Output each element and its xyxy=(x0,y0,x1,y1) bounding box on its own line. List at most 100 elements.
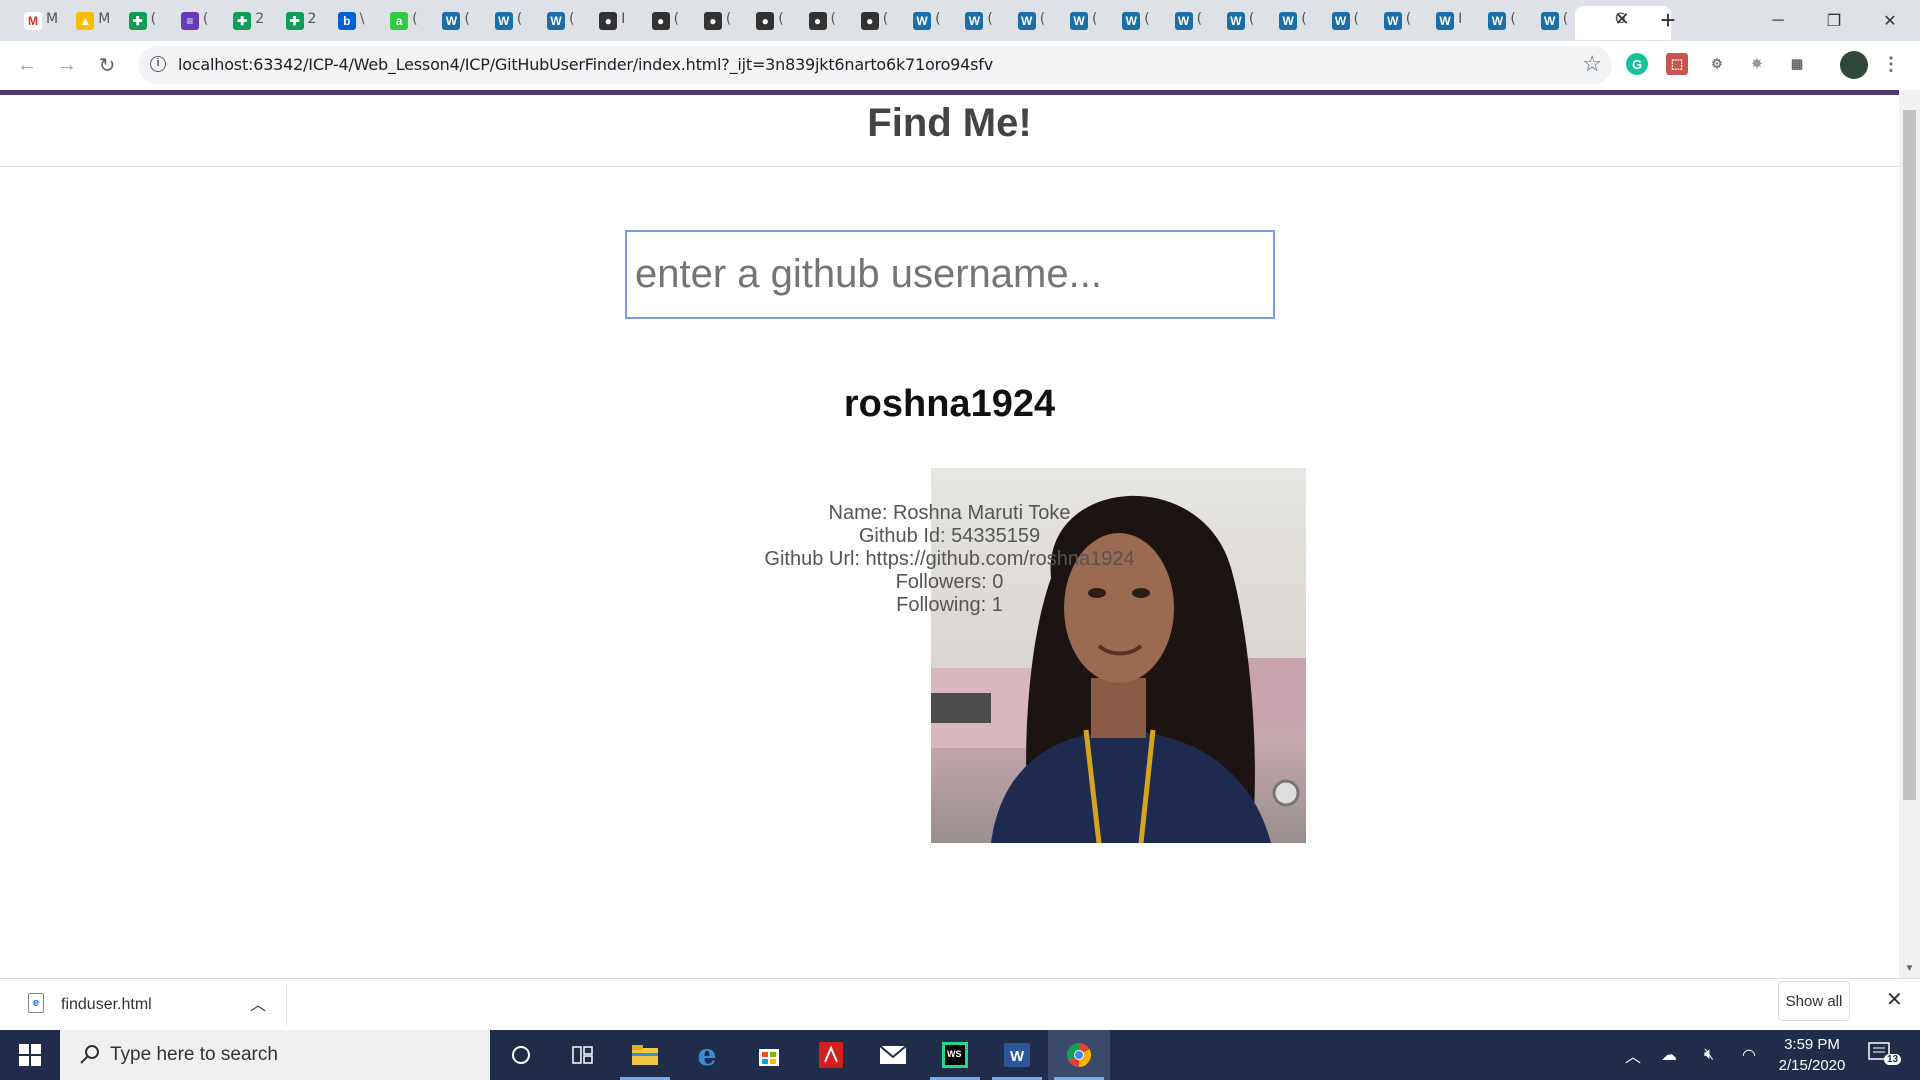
browser-tab[interactable]: W( xyxy=(1104,6,1156,40)
profile-avatar[interactable] xyxy=(1840,51,1868,79)
browser-tab[interactable]: WI xyxy=(1418,6,1470,40)
browser-tab[interactable]: W( xyxy=(1209,6,1261,40)
minimize-icon[interactable]: ─ xyxy=(1750,0,1806,41)
close-download-bar-icon[interactable]: ✕ xyxy=(1886,987,1903,1012)
github-username-input[interactable] xyxy=(625,230,1275,319)
tab-title: ( xyxy=(673,11,680,27)
browser-tab[interactable]: MM xyxy=(6,6,58,40)
tab-title: I xyxy=(1458,11,1463,27)
wifi-icon[interactable]: ◠ xyxy=(1734,1030,1764,1080)
tab-title: M xyxy=(46,11,59,27)
browser-tab[interactable]: ≡( xyxy=(163,6,215,40)
taskbar-search-box[interactable]: Type here to search xyxy=(60,1030,490,1080)
browser-tab[interactable]: ●( xyxy=(634,6,686,40)
scroll-thumb[interactable] xyxy=(1903,110,1916,800)
chrome-icon[interactable] xyxy=(1048,1030,1110,1080)
username-heading: roshna1924 xyxy=(843,383,1056,425)
svg-text:WS: WS xyxy=(947,1049,962,1059)
webstorm-icon: W xyxy=(1540,12,1559,30)
new-tab-button[interactable]: + xyxy=(1656,6,1680,34)
browser-tab[interactable]: W( xyxy=(947,6,999,40)
chevron-up-icon[interactable]: ︿ xyxy=(250,991,266,1015)
file-explorer-icon[interactable] xyxy=(614,1030,676,1080)
tab-close-icon[interactable]: ✕ xyxy=(1612,9,1632,29)
notification-center-icon[interactable]: 13 xyxy=(1866,1040,1906,1070)
browser-tab[interactable]: W( xyxy=(1366,6,1418,40)
download-filename[interactable]: finduser.html xyxy=(61,996,152,1014)
window-close-icon[interactable]: ✕ xyxy=(1862,0,1918,41)
bookmark-star-icon[interactable]: ☆ xyxy=(1582,51,1602,77)
translate-icon[interactable]: ▦ xyxy=(1786,53,1808,75)
extension-icon[interactable]: ⚙ xyxy=(1706,53,1728,75)
github-icon: ● xyxy=(599,12,618,30)
info-icon[interactable]: i xyxy=(150,56,166,72)
browser-tab[interactable]: W( xyxy=(1052,6,1104,40)
grammarly-icon[interactable]: G xyxy=(1626,53,1648,75)
page-scrollbar[interactable]: ▼ xyxy=(1899,90,1920,978)
onedrive-cloud-icon[interactable]: ☁ xyxy=(1654,1030,1684,1080)
taskbar-clock[interactable]: 3:59 PM 2/15/2020 xyxy=(1772,1034,1852,1076)
volume-muted-icon[interactable]: 🔇︎ xyxy=(1694,1030,1724,1080)
clock-time: 3:59 PM xyxy=(1784,1036,1840,1053)
url-text[interactable]: localhost:63342/ICP-4/Web_Lesson4/ICP/Gi… xyxy=(178,55,993,74)
browser-tab[interactable]: W( xyxy=(1157,6,1209,40)
task-view-icon[interactable] xyxy=(552,1030,614,1080)
browser-tab[interactable]: W( xyxy=(895,6,947,40)
address-bar[interactable]: i localhost:63342/ICP-4/Web_Lesson4/ICP/… xyxy=(138,46,1612,84)
pdf-extension-icon[interactable]: ⬚ xyxy=(1666,53,1688,75)
browser-tab[interactable]: ✚( xyxy=(111,6,163,40)
forward-icon[interactable]: → xyxy=(52,50,82,80)
microsoft-store-icon[interactable] xyxy=(738,1030,800,1080)
mail-icon[interactable] xyxy=(862,1030,924,1080)
acrobat-icon[interactable] xyxy=(800,1030,862,1080)
browser-tab[interactable]: ●( xyxy=(791,6,843,40)
svg-text:W: W xyxy=(1010,1048,1025,1065)
tab-title: ( xyxy=(1144,11,1150,27)
browser-tab[interactable]: W( xyxy=(1470,6,1522,40)
webstorm-icon: W xyxy=(913,12,932,30)
webstorm-icon: W xyxy=(1226,12,1245,30)
tab-title: ( xyxy=(1562,11,1569,27)
tab-title: ( xyxy=(830,11,836,27)
browser-tab[interactable]: b \ xyxy=(320,6,372,40)
back-icon[interactable]: ← xyxy=(12,50,42,80)
webstorm-icon[interactable]: WS xyxy=(924,1030,986,1080)
extension-icon[interactable]: ✸ xyxy=(1746,53,1768,75)
browser-tab[interactable]: W( xyxy=(1314,6,1366,40)
browser-tab[interactable]: ✚ 2 xyxy=(268,6,320,40)
reload-icon[interactable]: ↻ xyxy=(92,50,122,80)
browser-tab[interactable]: ●( xyxy=(738,6,790,40)
tab-title: ( xyxy=(725,11,732,27)
browser-tab[interactable]: ● I xyxy=(581,6,633,40)
windows-start-icon[interactable] xyxy=(0,1030,60,1080)
word-icon[interactable]: W xyxy=(986,1030,1048,1080)
webstorm-icon: W xyxy=(1383,12,1402,30)
browser-tab[interactable]: W( xyxy=(424,6,476,40)
browser-tab[interactable]: ●( xyxy=(686,6,738,40)
browser-tab[interactable]: a( xyxy=(372,6,424,40)
browser-tab[interactable]: W( xyxy=(1000,6,1052,40)
browser-tab[interactable]: W( xyxy=(477,6,529,40)
browser-tab[interactable]: ●( xyxy=(843,6,895,40)
browser-tab[interactable]: W( xyxy=(1261,6,1313,40)
webstorm-icon: W xyxy=(494,12,513,30)
user-name-line: Name: Roshna Maruti Toke xyxy=(828,502,1071,524)
tab-title: I xyxy=(621,11,626,27)
tab-title: ( xyxy=(516,11,523,27)
chevron-up-icon[interactable]: ︿ xyxy=(1618,1030,1648,1080)
cortana-icon[interactable] xyxy=(490,1030,552,1080)
scroll-down-icon[interactable]: ▼ xyxy=(1903,964,1916,974)
maximize-icon[interactable]: ❐ xyxy=(1806,0,1862,41)
webstorm-icon: W xyxy=(1122,12,1141,30)
browser-tab[interactable]: ✚ 2 xyxy=(215,6,267,40)
browser-tab[interactable]: ▲ M xyxy=(58,6,110,40)
edge-browser-icon[interactable]: e xyxy=(676,1030,738,1080)
menu-icon[interactable]: ⋮ xyxy=(1880,53,1902,75)
browser-tab[interactable]: W( xyxy=(1523,6,1575,40)
show-all-button[interactable]: Show all xyxy=(1778,981,1850,1021)
browser-tab[interactable]: W( xyxy=(529,6,581,40)
github-icon: ● xyxy=(808,12,827,30)
divider xyxy=(286,985,287,1025)
download-bar: e finduser.html ︿ Show all ✕ xyxy=(0,978,1920,1031)
webstorm-icon: W xyxy=(547,12,565,30)
